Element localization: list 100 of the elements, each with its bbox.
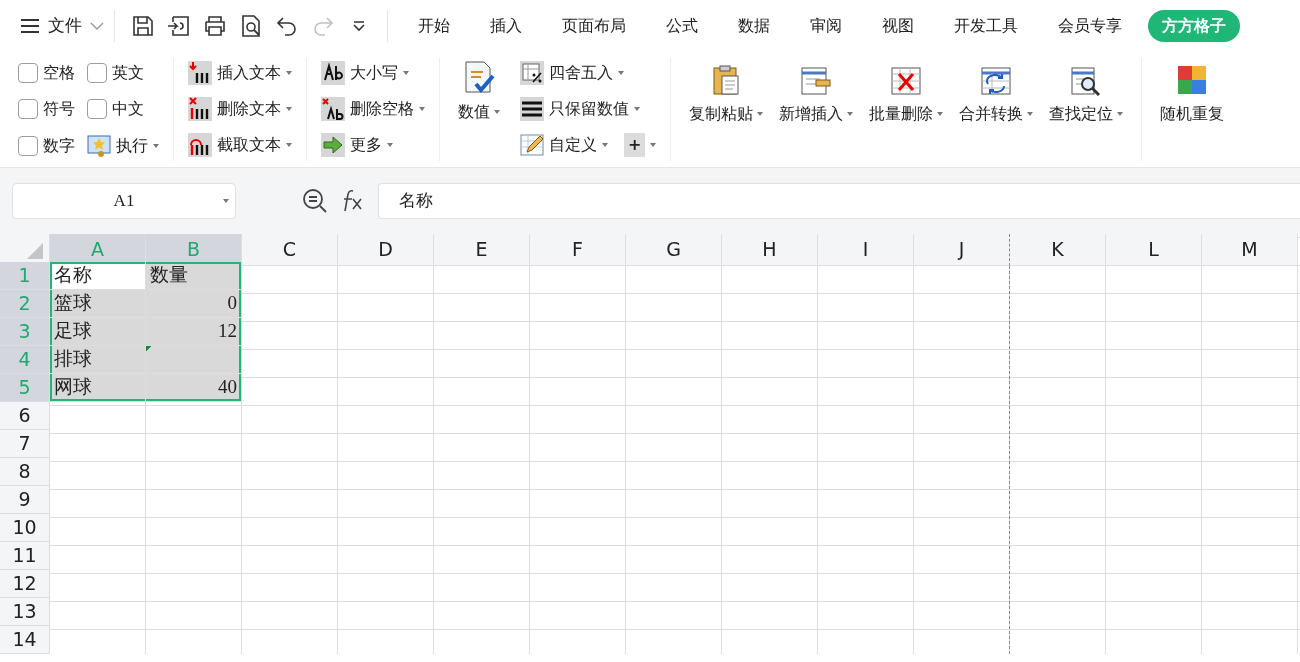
tool-button[interactable]: 复制粘贴 <box>681 62 772 161</box>
number-filter-icon <box>520 97 544 121</box>
column-header[interactable]: L <box>1106 234 1202 266</box>
tool-button[interactable]: 随机重复 <box>1152 62 1233 161</box>
number-button[interactable]: 数值 <box>450 58 508 161</box>
caret-icon <box>286 107 292 111</box>
table-cell[interactable]: 0 <box>146 290 242 318</box>
add-button[interactable]: + <box>620 130 661 160</box>
checkbox-option[interactable]: 符号 <box>14 94 79 125</box>
run-button[interactable]: 执行 <box>83 130 163 161</box>
column-header[interactable]: I <box>818 234 914 266</box>
caret-icon <box>1027 112 1034 116</box>
column-header[interactable]: E <box>434 234 530 266</box>
caret-icon <box>286 71 292 75</box>
name-box[interactable]: A1 <box>12 183 236 219</box>
column-header[interactable]: C <box>242 234 338 266</box>
row-header[interactable]: 8 <box>0 458 50 486</box>
tool-button[interactable]: 新增插入 <box>771 62 862 161</box>
table-cell[interactable]: 篮球 <box>50 290 146 318</box>
text-tool-button[interactable]: 更多 <box>317 130 429 160</box>
ribbon-tab[interactable]: 开始 <box>404 10 464 42</box>
undo-icon[interactable] <box>275 14 299 38</box>
caret-icon <box>937 112 944 116</box>
tool-button[interactable]: 批量删除 <box>861 62 952 161</box>
checkbox-option[interactable]: 英文 <box>83 58 163 88</box>
chevron-icon <box>90 22 104 30</box>
text-tool-button[interactable]: 删除空格 <box>317 94 429 124</box>
row-header[interactable]: 10 <box>0 514 50 542</box>
row-header[interactable]: 7 <box>0 430 50 458</box>
export-icon[interactable] <box>167 14 191 38</box>
column-header[interactable]: F <box>530 234 626 266</box>
remove-spaces-icon <box>321 97 345 121</box>
document-check-icon <box>462 60 496 94</box>
arrow-right-icon <box>321 133 345 157</box>
color-grid-icon <box>1176 64 1209 96</box>
ribbon-tab[interactable]: 会员专享 <box>1044 10 1136 42</box>
file-menu[interactable]: 文件 <box>20 13 104 39</box>
row-header[interactable]: 6 <box>0 402 50 430</box>
table-cell[interactable] <box>146 346 242 374</box>
insert-row-icon <box>800 64 833 96</box>
ribbon-tab[interactable]: 视图 <box>868 10 928 42</box>
merge-convert-icon <box>980 64 1013 96</box>
caret-icon <box>419 107 425 111</box>
row-header[interactable]: 12 <box>0 570 50 598</box>
letter-case-icon <box>321 61 345 85</box>
caret-icon <box>847 112 854 116</box>
checkbox-option[interactable]: 中文 <box>83 94 163 125</box>
table-cell[interactable]: 12 <box>146 318 242 346</box>
text-tool-button[interactable]: 删除文本 <box>184 94 296 124</box>
tool-button[interactable]: 查找定位 <box>1041 62 1132 161</box>
star-icon <box>87 133 111 158</box>
column-header[interactable]: D <box>338 234 434 266</box>
find-icon <box>1070 64 1103 96</box>
number-tool-button[interactable]: 四舍五入 <box>516 58 628 88</box>
table-cell[interactable]: 网球 <box>50 374 146 402</box>
formula-field[interactable]: 名称 <box>378 183 1300 219</box>
table-cell[interactable]: 数量 <box>146 262 242 290</box>
checkbox-option[interactable]: 空格 <box>14 58 79 88</box>
ribbon-tab[interactable]: 页面布局 <box>548 10 640 42</box>
table-cell[interactable]: 40 <box>146 374 242 402</box>
caret-icon <box>403 71 409 75</box>
delete-cells-icon <box>890 64 923 96</box>
caret-icon <box>1117 112 1124 116</box>
text-tool-button[interactable]: 插入文本 <box>184 58 296 88</box>
checkbox-option[interactable]: 数字 <box>14 130 79 161</box>
text-tool-button[interactable]: 大小写 <box>317 58 429 88</box>
ribbon-tab[interactable]: 开发工具 <box>940 10 1032 42</box>
extract-text-icon <box>188 133 212 157</box>
caret-icon <box>286 143 292 147</box>
column-header[interactable]: G <box>626 234 722 266</box>
caret-icon <box>618 71 624 75</box>
ribbon-tab[interactable]: 数据 <box>724 10 784 42</box>
caret-icon <box>650 143 657 147</box>
number-tool-button[interactable]: 自定义 <box>516 130 612 160</box>
ribbon-tab[interactable]: 审阅 <box>796 10 856 42</box>
print-icon[interactable] <box>203 14 227 38</box>
caret-icon <box>153 143 159 148</box>
caret-icon <box>757 112 764 116</box>
table-cell[interactable]: 足球 <box>50 318 146 346</box>
column-header[interactable]: H <box>722 234 818 266</box>
print-preview-icon[interactable] <box>239 14 263 38</box>
row-header[interactable]: 9 <box>0 486 50 514</box>
text-tool-button[interactable]: 截取文本 <box>184 130 296 160</box>
save-icon[interactable] <box>131 14 155 38</box>
ribbon-tab[interactable]: 公式 <box>652 10 712 42</box>
ribbon-tab[interactable]: 插入 <box>476 10 536 42</box>
column-header[interactable]: K <box>1010 234 1106 266</box>
menu-icon <box>20 18 40 34</box>
table-cell[interactable]: 名称 <box>50 262 146 290</box>
zoom-out-icon <box>302 188 328 214</box>
insert-text-icon <box>188 61 212 85</box>
row-header[interactable]: 11 <box>0 542 50 570</box>
tool-button[interactable]: 合并转换 <box>951 62 1042 161</box>
row-header[interactable]: 14 <box>0 626 50 654</box>
row-header[interactable]: 13 <box>0 598 50 626</box>
table-cell[interactable]: 排球 <box>50 346 146 374</box>
number-tool-button[interactable]: 只保留数值 <box>516 94 644 124</box>
column-header[interactable]: M <box>1202 234 1298 266</box>
caret-icon[interactable] <box>223 199 229 203</box>
column-header[interactable]: J <box>914 234 1010 266</box>
